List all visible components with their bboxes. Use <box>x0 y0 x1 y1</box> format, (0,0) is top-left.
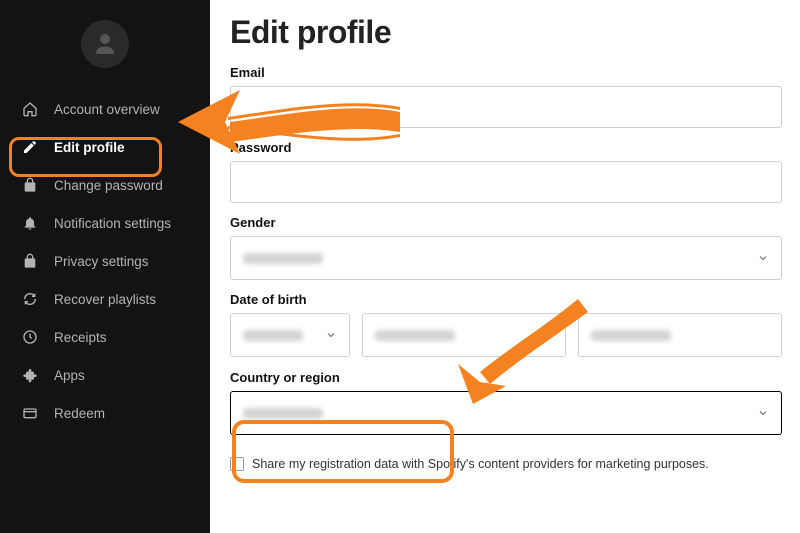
sidebar-item-change-password[interactable]: Change password <box>0 166 210 204</box>
gender-label: Gender <box>230 215 782 230</box>
sidebar-item-account-overview[interactable]: Account overview <box>0 90 210 128</box>
sidebar-item-label: Apps <box>54 368 85 383</box>
card-icon <box>22 405 38 421</box>
dob-month-value-redacted <box>243 330 303 341</box>
sidebar-item-label: Privacy settings <box>54 254 149 269</box>
refresh-icon <box>22 291 38 307</box>
bell-icon <box>22 215 38 231</box>
marketing-checkbox[interactable] <box>230 457 244 471</box>
puzzle-icon <box>22 367 38 383</box>
gender-value-redacted <box>243 253 323 264</box>
clock-icon <box>22 329 38 345</box>
country-field-group: Country or region <box>230 369 782 435</box>
dob-day-input[interactable] <box>362 313 566 357</box>
marketing-checkbox-row: Share my registration data with Spotify'… <box>230 447 782 471</box>
chevron-down-icon <box>757 252 769 264</box>
password-label: Password <box>230 140 782 155</box>
gender-field-group: Gender <box>230 215 782 280</box>
marketing-checkbox-label: Share my registration data with Spotify'… <box>252 457 709 471</box>
sidebar-item-recover-playlists[interactable]: Recover playlists <box>0 280 210 318</box>
password-field-group: Password <box>230 140 782 203</box>
sidebar-item-receipts[interactable]: Receipts <box>0 318 210 356</box>
dob-month-select[interactable] <box>230 313 350 357</box>
dob-year-input[interactable] <box>578 313 782 357</box>
password-input[interactable] <box>230 161 782 203</box>
avatar <box>81 20 129 68</box>
chevron-down-icon <box>325 329 337 341</box>
sidebar-item-label: Receipts <box>54 330 107 345</box>
sidebar-item-label: Redeem <box>54 406 105 421</box>
sidebar-item-privacy-settings[interactable]: Privacy settings <box>0 242 210 280</box>
sidebar-item-label: Notification settings <box>54 216 171 231</box>
sidebar-item-apps[interactable]: Apps <box>0 356 210 394</box>
email-label: Email <box>230 65 782 80</box>
sidebar-item-label: Account overview <box>54 102 160 117</box>
dob-label: Date of birth <box>230 292 782 307</box>
country-select[interactable] <box>230 391 782 435</box>
lock-icon <box>22 177 38 193</box>
home-icon <box>22 101 38 117</box>
sidebar-item-redeem[interactable]: Redeem <box>0 394 210 432</box>
dob-year-value-redacted <box>591 330 671 341</box>
dob-field-group: Date of birth <box>230 292 782 357</box>
main-content: Edit profile Email Password Gender Date … <box>210 0 800 533</box>
sidebar-item-label: Change password <box>54 178 163 193</box>
chevron-down-icon <box>757 407 769 419</box>
lock-icon <box>22 253 38 269</box>
sidebar-item-label: Edit profile <box>54 140 125 155</box>
pencil-icon <box>22 139 38 155</box>
country-value-redacted <box>243 408 323 419</box>
country-label: Country or region <box>230 370 340 385</box>
sidebar: Account overview Edit profile Change pas… <box>0 0 210 533</box>
email-field-group: Email <box>230 65 782 128</box>
dob-day-value-redacted <box>375 330 455 341</box>
sidebar-item-notification-settings[interactable]: Notification settings <box>0 204 210 242</box>
email-input[interactable] <box>230 86 782 128</box>
sidebar-item-label: Recover playlists <box>54 292 156 307</box>
page-title: Edit profile <box>230 14 782 51</box>
gender-select[interactable] <box>230 236 782 280</box>
sidebar-item-edit-profile[interactable]: Edit profile <box>0 128 210 166</box>
